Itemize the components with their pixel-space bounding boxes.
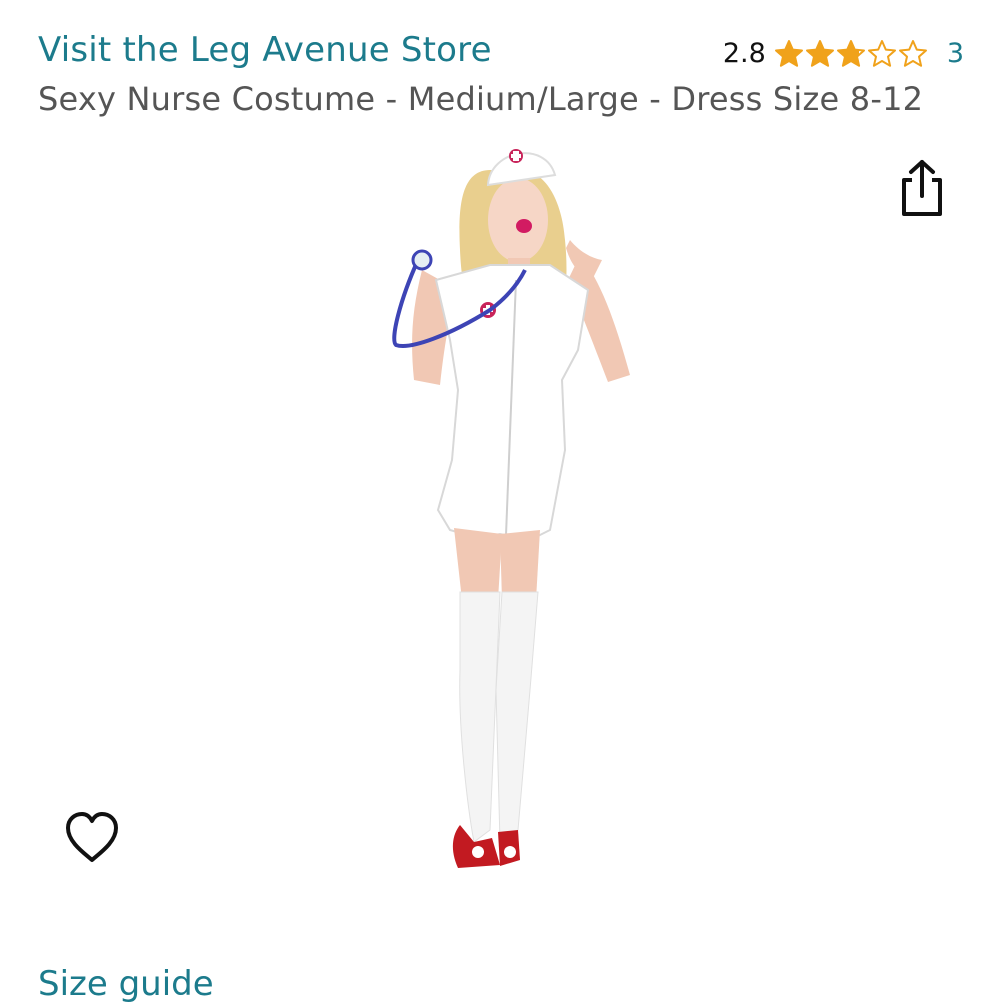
heart-icon xyxy=(66,812,118,862)
share-icon xyxy=(902,160,942,216)
size-guide-link[interactable]: Size guide xyxy=(38,964,214,1004)
star-icon xyxy=(805,39,834,67)
nurse-costume-product-photo xyxy=(392,149,630,868)
share-button[interactable] xyxy=(895,158,949,218)
rating-summary[interactable]: 2.8 3 xyxy=(723,38,964,69)
store-link[interactable]: Visit the Leg Avenue Store xyxy=(38,30,492,70)
star-icon xyxy=(836,39,865,67)
wishlist-button[interactable] xyxy=(62,808,122,868)
rating-count[interactable]: 3 xyxy=(947,38,964,69)
product-title: Sexy Nurse Costume - Medium/Large - Dres… xyxy=(38,80,924,118)
rating-value: 2.8 xyxy=(722,38,766,69)
star-icon xyxy=(867,39,896,67)
star-icon xyxy=(898,39,927,67)
star-rating xyxy=(774,39,929,69)
star-icon xyxy=(774,39,803,67)
product-image[interactable] xyxy=(340,130,660,890)
